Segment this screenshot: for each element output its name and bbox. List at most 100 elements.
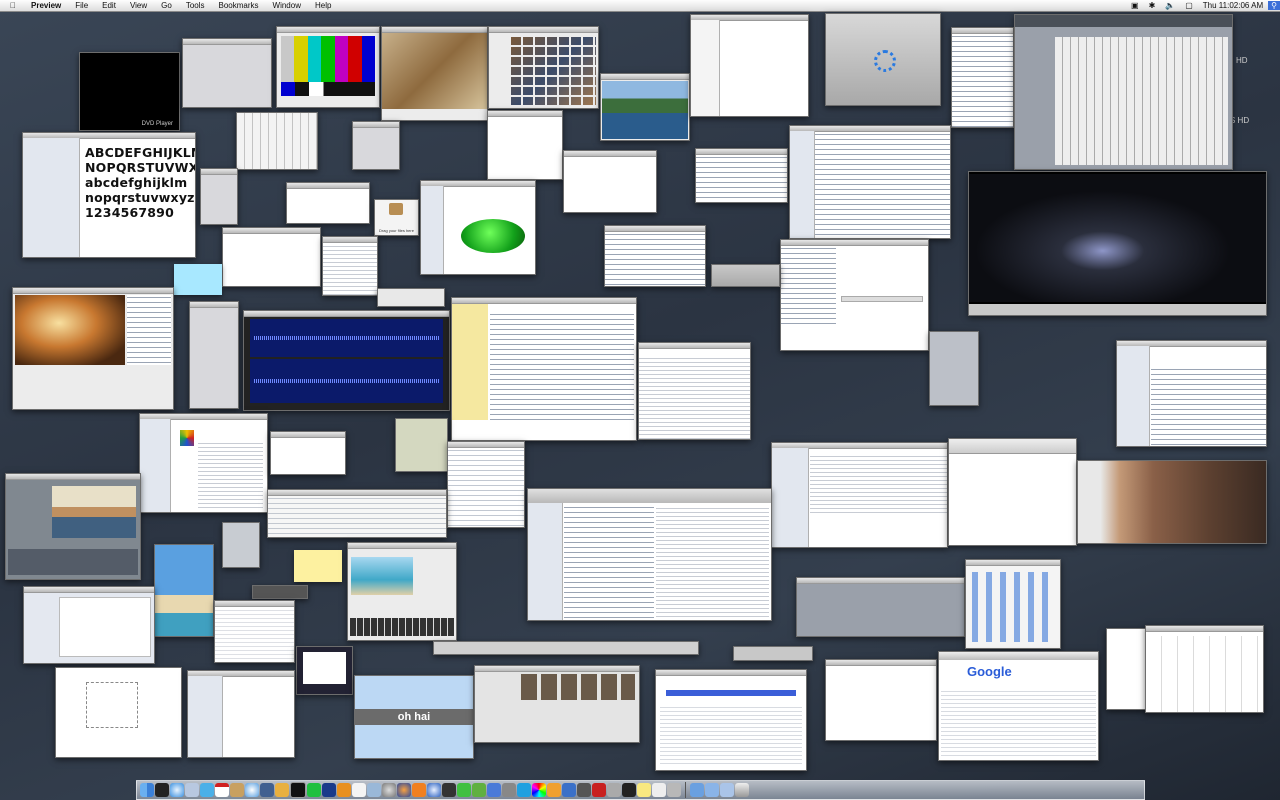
textedit-icon[interactable] xyxy=(352,783,366,797)
firefox-icon[interactable] xyxy=(397,783,411,797)
sticky-note-blue[interactable] xyxy=(174,264,222,295)
font-book-icon[interactable] xyxy=(652,783,666,797)
garageband-icon[interactable] xyxy=(275,783,289,797)
fast-furious-video-window[interactable] xyxy=(1077,460,1267,544)
skype-icon[interactable] xyxy=(517,783,531,797)
terminal-icon[interactable] xyxy=(290,782,306,798)
preview-thumbnail-window[interactable] xyxy=(296,646,353,695)
finder-list-window[interactable] xyxy=(187,670,295,758)
small-palette[interactable] xyxy=(352,121,400,170)
documents-folder-icon[interactable] xyxy=(705,783,719,797)
font-book-window[interactable]: ABCDEFGHIJKLM NOPQRSTUVWXYZ abcdefghijkl… xyxy=(22,132,196,258)
hud-mini-panel[interactable] xyxy=(733,646,813,661)
photoshop-icon[interactable] xyxy=(322,783,336,797)
expert-support-window[interactable] xyxy=(139,413,268,513)
limewire-icon[interactable] xyxy=(457,783,471,797)
safari-icon[interactable] xyxy=(170,783,184,797)
ical-window[interactable] xyxy=(1106,628,1148,710)
applications-folder-icon[interactable] xyxy=(690,783,704,797)
bluetooth-icon[interactable]: ✱ xyxy=(1144,1,1161,10)
browser-toolbar-window[interactable] xyxy=(948,438,1077,546)
system-preferences-window[interactable] xyxy=(965,559,1061,649)
mail-window[interactable] xyxy=(771,442,948,548)
file-browser-window[interactable] xyxy=(780,239,929,351)
itunes-browser-window[interactable] xyxy=(527,488,772,621)
finder-window-small[interactable] xyxy=(182,38,272,108)
oh-hai-window[interactable]: oh hai xyxy=(354,675,474,759)
adium-icon[interactable] xyxy=(472,783,486,797)
dashboard-icon[interactable] xyxy=(155,783,169,797)
spotlight-icon[interactable]: ⚲ xyxy=(1268,1,1280,10)
mail-icon[interactable] xyxy=(185,783,199,797)
brushed-panel[interactable] xyxy=(711,264,780,287)
calculator-icon[interactable] xyxy=(577,783,591,797)
limewire-window[interactable] xyxy=(451,297,637,441)
ical-icon[interactable] xyxy=(215,783,229,797)
itunes-list-window[interactable] xyxy=(789,125,951,239)
dialog-window[interactable] xyxy=(695,148,788,203)
automator-icon[interactable] xyxy=(502,783,516,797)
apple-menu-icon[interactable]:  xyxy=(0,0,24,11)
list-dialog[interactable] xyxy=(222,227,321,287)
finder-icon[interactable] xyxy=(140,783,154,797)
toolbar-dialog[interactable] xyxy=(286,182,370,224)
address-book-icon[interactable] xyxy=(230,783,244,797)
narrow-panel[interactable] xyxy=(189,301,239,409)
table-editor-window[interactable] xyxy=(796,577,965,637)
menu-window[interactable]: Window xyxy=(266,0,308,11)
file-list-window[interactable] xyxy=(638,342,751,440)
inspector-panel[interactable] xyxy=(951,27,1014,128)
dvd-player-icon[interactable] xyxy=(442,783,456,797)
google-browser-window[interactable]: Google xyxy=(938,651,1099,761)
column-list[interactable] xyxy=(322,236,378,296)
menu-file[interactable]: File xyxy=(68,0,95,11)
vlc-icon[interactable] xyxy=(412,783,426,797)
iphoto-icon[interactable] xyxy=(260,783,274,797)
small-dialog[interactable] xyxy=(270,431,346,475)
downloads-stack-icon[interactable] xyxy=(720,783,734,797)
front-row-window[interactable] xyxy=(825,13,941,106)
diagram-window[interactable] xyxy=(55,667,182,758)
calendar-window[interactable] xyxy=(1145,625,1264,713)
transmit-icon[interactable] xyxy=(592,783,606,797)
menu-help[interactable]: Help xyxy=(308,0,338,11)
photo-viewer-window[interactable] xyxy=(381,26,488,121)
display-icon[interactable]: ▣ xyxy=(1126,1,1144,10)
system-prefs-icon[interactable] xyxy=(382,783,396,797)
imovie-window[interactable] xyxy=(5,473,141,580)
menu-app-name[interactable]: Preview xyxy=(24,0,68,11)
menu-bookmarks[interactable]: Bookmarks xyxy=(212,0,266,11)
text-window[interactable] xyxy=(487,110,563,180)
text-edit-window[interactable] xyxy=(825,659,937,741)
input-menu-icon[interactable]: ▢ xyxy=(1180,1,1198,10)
photo-browser-window[interactable] xyxy=(474,665,640,743)
audio-sequencer-window[interactable] xyxy=(1014,14,1233,170)
volume-icon[interactable]: 🔈 xyxy=(1160,1,1180,10)
dark-toolbar-strip[interactable] xyxy=(377,288,445,307)
installer-window[interactable] xyxy=(23,586,155,664)
stickies-icon[interactable] xyxy=(637,783,651,797)
preview-icon[interactable] xyxy=(367,783,381,797)
menu-clock[interactable]: Thu 11:02:06 AM xyxy=(1198,1,1268,10)
email-compose-window[interactable] xyxy=(214,600,295,663)
blank-document[interactable] xyxy=(563,150,657,213)
disk-utility-icon[interactable] xyxy=(667,783,681,797)
keynote-icon[interactable] xyxy=(562,783,576,797)
chess-icon[interactable] xyxy=(607,783,621,797)
colorsync-icon[interactable] xyxy=(532,783,546,797)
color-bars-window[interactable] xyxy=(276,26,380,108)
palm-beach-photo[interactable] xyxy=(154,544,214,637)
prefs-dialog[interactable] xyxy=(447,441,525,528)
console-icon[interactable] xyxy=(622,783,636,797)
progress-window[interactable] xyxy=(267,489,447,538)
lake-photo-window[interactable] xyxy=(600,73,690,141)
menu-view[interactable]: View xyxy=(123,0,154,11)
xcode-icon[interactable] xyxy=(487,783,501,797)
image-editor-window[interactable] xyxy=(12,287,174,410)
adobe-style-window[interactable] xyxy=(1116,340,1267,447)
quicktime-icon[interactable] xyxy=(427,783,441,797)
menu-edit[interactable]: Edit xyxy=(95,0,123,11)
long-progress-bar[interactable] xyxy=(433,641,699,655)
3d-model-window[interactable] xyxy=(420,180,536,275)
illustrator-icon[interactable] xyxy=(337,783,351,797)
